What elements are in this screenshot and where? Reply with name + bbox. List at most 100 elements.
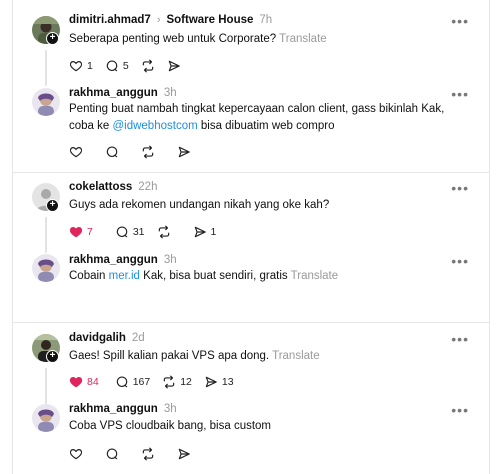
share-button[interactable] — [177, 447, 191, 461]
reply-button[interactable]: 5 — [105, 59, 129, 73]
repost-button[interactable] — [141, 447, 155, 461]
more-icon[interactable]: ••• — [451, 14, 469, 28]
timestamp: 3h — [163, 87, 177, 99]
reply-actions — [69, 144, 203, 160]
avatar[interactable] — [32, 88, 60, 116]
avatar[interactable] — [32, 254, 60, 282]
reply-body: Cobain — [69, 270, 109, 282]
avatar[interactable] — [32, 404, 60, 432]
share-button[interactable] — [167, 59, 181, 73]
like-count: 7 — [87, 226, 93, 238]
more-icon[interactable]: ••• — [451, 332, 469, 346]
timestamp: 3h — [163, 403, 177, 415]
reply-text: Penting buat nambah tingkat kepercayaan … — [69, 101, 469, 135]
username[interactable]: cokelattoss — [69, 181, 132, 193]
share-button[interactable] — [177, 145, 191, 159]
share-icon — [177, 145, 191, 159]
comment-icon — [105, 447, 119, 461]
username[interactable]: rakhma_anggun — [69, 254, 158, 266]
reply-body: Coba VPS cloudbaik bang, bisa custom — [69, 420, 272, 432]
share-button[interactable]: 13 — [204, 375, 234, 389]
post-header: dimitri.ahmad7 › Software House 7h — [69, 12, 272, 28]
like-button[interactable]: 1 — [69, 59, 93, 73]
follow-plus-icon[interactable]: + — [46, 32, 59, 45]
username[interactable]: rakhma_anggun — [69, 87, 158, 99]
repost-icon — [141, 145, 155, 159]
like-button[interactable]: 84 — [69, 375, 99, 389]
share-icon — [204, 375, 218, 389]
reply-button[interactable] — [105, 447, 119, 461]
timestamp: 3h — [163, 254, 177, 266]
translate-link[interactable]: Translate — [279, 33, 327, 45]
post-actions: 1 5 — [69, 58, 193, 74]
heart-icon — [69, 59, 83, 73]
comment-icon — [115, 225, 129, 239]
share-count: 1 — [210, 226, 217, 238]
post-header: rakhma_anggun 3h — [69, 252, 177, 268]
repost-button[interactable] — [157, 225, 171, 239]
heart-icon — [69, 447, 83, 461]
heart-icon — [69, 145, 83, 159]
post-header: cokelattoss 22h — [69, 179, 157, 195]
reply-body-cont: Kak, bisa buat sendiri, gratis — [139, 270, 288, 282]
repost-count: 12 — [180, 376, 192, 388]
post-actions: 84 167 12 13 — [69, 374, 246, 390]
post-text: Guys ada rekomen undangan nikah yang oke… — [69, 197, 469, 214]
post-text: Gaes! Spill kalian pakai VPS apa dong. T… — [69, 348, 469, 365]
reply-text: Cobain mer.id Kak, bisa buat sendiri, gr… — [69, 268, 469, 285]
like-button[interactable] — [69, 447, 83, 461]
heart-icon — [69, 375, 83, 389]
reply-button[interactable]: 31 — [115, 225, 145, 239]
post-body: Guys ada rekomen undangan nikah yang oke… — [69, 199, 330, 211]
like-count: 1 — [87, 60, 93, 72]
comment-icon — [105, 59, 119, 73]
post-actions: 7 31 1 — [69, 224, 228, 240]
share-icon — [193, 225, 207, 239]
follow-plus-icon[interactable]: + — [46, 350, 59, 363]
username[interactable]: rakhma_anggun — [69, 403, 158, 415]
timestamp: 22h — [138, 181, 158, 193]
repost-icon — [141, 447, 155, 461]
follow-plus-icon[interactable]: + — [46, 199, 59, 212]
more-icon[interactable]: ••• — [451, 87, 469, 101]
like-count: 84 — [87, 376, 99, 388]
site-link[interactable]: mer.id — [109, 270, 140, 282]
reply-count: 5 — [122, 60, 129, 72]
reply-button[interactable] — [105, 145, 119, 159]
reply-body-cont: bisa dibuatim web compro — [197, 120, 335, 132]
more-icon[interactable]: ••• — [451, 181, 469, 195]
like-button[interactable] — [69, 145, 83, 159]
share-icon — [167, 59, 181, 73]
mention-link[interactable]: @idwebhostcom — [112, 120, 197, 132]
comment-icon — [115, 375, 129, 389]
timestamp: 2d — [131, 332, 145, 344]
post-header: davidgalih 2d — [69, 330, 145, 346]
thread-line — [45, 368, 47, 404]
repost-button[interactable] — [141, 59, 155, 73]
username[interactable]: davidgalih — [69, 332, 126, 344]
thread-line — [45, 217, 47, 253]
translate-link[interactable]: Translate — [272, 350, 320, 362]
timestamp: 7h — [259, 14, 273, 26]
share-count: 13 — [221, 376, 234, 388]
reply-count: 167 — [132, 376, 151, 388]
post-header: rakhma_anggun 3h — [69, 85, 177, 101]
more-icon[interactable]: ••• — [451, 254, 469, 268]
post-body: Gaes! Spill kalian pakai VPS apa dong. — [69, 350, 270, 362]
translate-link[interactable]: Translate — [291, 270, 339, 282]
username[interactable]: dimitri.ahmad7 — [69, 14, 151, 26]
share-icon — [177, 447, 191, 461]
divider — [13, 172, 489, 173]
thread-line — [45, 50, 47, 86]
post-header: rakhma_anggun 3h — [69, 401, 177, 417]
heart-icon — [69, 225, 83, 239]
community-name[interactable]: Software House — [166, 14, 253, 26]
repost-icon — [162, 375, 176, 389]
share-button[interactable]: 1 — [193, 225, 217, 239]
repost-button[interactable]: 12 — [162, 375, 192, 389]
like-button[interactable]: 7 — [69, 225, 93, 239]
more-icon[interactable]: ••• — [451, 403, 469, 417]
repost-icon — [141, 59, 155, 73]
repost-button[interactable] — [141, 145, 155, 159]
reply-button[interactable]: 167 — [115, 375, 151, 389]
